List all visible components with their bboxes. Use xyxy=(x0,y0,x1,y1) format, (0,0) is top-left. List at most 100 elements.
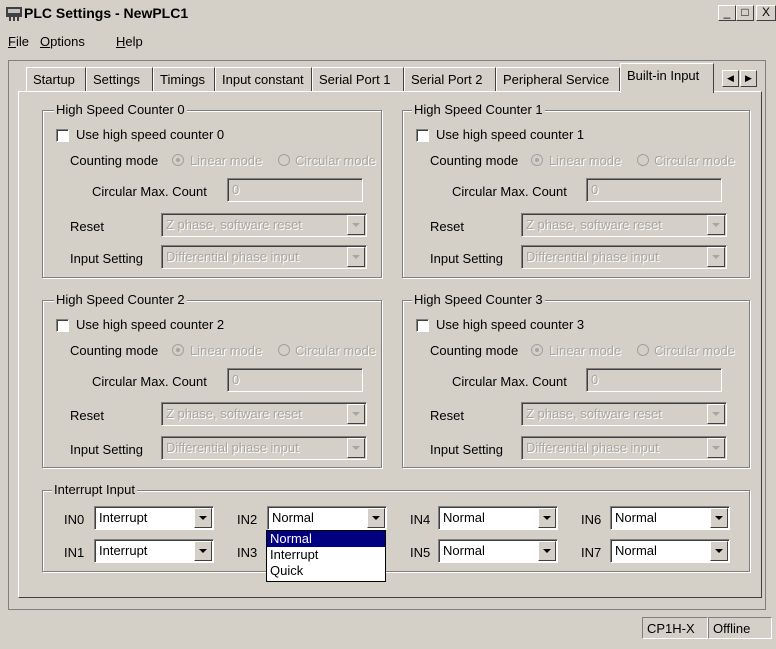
in2-label: IN2 xyxy=(237,512,258,527)
tab-serial-port-1[interactable]: Serial Port 1 xyxy=(312,67,404,91)
hsc1-linear-radio[interactable] xyxy=(531,154,543,166)
hsc2-max-count-field[interactable]: 0 xyxy=(227,368,363,392)
tab-built-in-input[interactable]: Built-in Input xyxy=(620,63,714,93)
chevron-down-icon[interactable] xyxy=(194,508,212,528)
menu-options[interactable]: Options xyxy=(40,34,85,49)
in0-select[interactable]: Interrupt xyxy=(94,506,214,530)
tab-peripheral-service[interactable]: Peripheral Service xyxy=(496,67,620,91)
hsc1-use-checkbox[interactable] xyxy=(416,129,429,142)
hsc3-title: High Speed Counter 3 xyxy=(412,292,545,307)
tab-startup[interactable]: Startup xyxy=(26,67,86,91)
hsc3-circular-label: Circular mode xyxy=(654,343,735,358)
hsc3-input-setting-label: Input Setting xyxy=(430,442,503,457)
in6-select[interactable]: Normal xyxy=(610,506,730,530)
hsc2-title: High Speed Counter 2 xyxy=(54,292,187,307)
in7-label: IN7 xyxy=(581,545,602,560)
menu-file[interactable]: File xyxy=(8,34,29,49)
hsc3-counting-mode-label: Counting mode xyxy=(430,343,519,358)
tab-scroll-right-button[interactable]: ▶ xyxy=(740,70,757,87)
menu-file-label: ile xyxy=(15,34,29,49)
tab-timings[interactable]: Timings xyxy=(153,67,215,91)
dropdown-option-quick[interactable]: Quick xyxy=(267,563,385,579)
chevron-down-icon[interactable] xyxy=(347,215,365,235)
tab-scroll-left-button[interactable]: ◀ xyxy=(722,70,739,87)
in1-label: IN1 xyxy=(64,545,85,560)
in7-value: Normal xyxy=(615,543,657,558)
chevron-down-icon[interactable] xyxy=(538,541,556,561)
hsc1-circular-radio[interactable] xyxy=(637,154,649,166)
hsc0-max-count-field[interactable]: 0 xyxy=(227,178,363,202)
chevron-down-icon[interactable] xyxy=(367,508,385,528)
hsc2-reset-select[interactable]: Z phase, software reset xyxy=(161,402,367,426)
in1-value: Interrupt xyxy=(99,543,148,558)
in2-dropdown-list: Normal Interrupt Quick xyxy=(266,530,386,582)
hsc2-linear-label: Linear mode xyxy=(190,343,263,358)
hsc0-reset-label: Reset xyxy=(70,219,104,234)
hsc2-reset-value: Z phase, software reset xyxy=(166,406,302,421)
dropdown-option-normal[interactable]: Normal xyxy=(267,531,385,547)
tab-serial-port-2[interactable]: Serial Port 2 xyxy=(404,67,496,91)
hsc3-linear-label: Linear mode xyxy=(549,343,622,358)
chevron-down-icon[interactable] xyxy=(194,541,212,561)
chevron-down-icon[interactable] xyxy=(707,215,725,235)
hsc0-reset-select[interactable]: Z phase, software reset xyxy=(161,213,367,237)
hsc1-input-setting-select[interactable]: Differential phase input xyxy=(521,245,727,269)
in7-select[interactable]: Normal xyxy=(610,539,730,563)
chevron-down-icon[interactable] xyxy=(538,508,556,528)
in2-select[interactable]: Normal xyxy=(267,506,387,530)
tab-settings[interactable]: Settings xyxy=(86,67,153,91)
hsc1-circular-label: Circular mode xyxy=(654,153,735,168)
tab-input-constant[interactable]: Input constant xyxy=(215,67,312,91)
status-model: CP1H-X xyxy=(642,617,708,639)
hsc1-max-count-label: Circular Max. Count xyxy=(452,184,567,199)
hsc2-use-checkbox[interactable] xyxy=(56,319,69,332)
hsc2-linear-radio[interactable] xyxy=(172,344,184,356)
hsc3-linear-radio[interactable] xyxy=(531,344,543,356)
hsc2-circular-label: Circular mode xyxy=(295,343,376,358)
in4-value: Normal xyxy=(443,510,485,525)
in6-value: Normal xyxy=(615,510,657,525)
hsc3-input-value: Differential phase input xyxy=(526,440,659,455)
in4-select[interactable]: Normal xyxy=(438,506,558,530)
menu-file-key: F xyxy=(8,34,16,49)
chevron-down-icon[interactable] xyxy=(707,247,725,267)
chevron-down-icon[interactable] xyxy=(347,438,365,458)
hsc0-input-setting-select[interactable]: Differential phase input xyxy=(161,245,367,269)
close-button[interactable]: X xyxy=(756,5,776,21)
hsc2-circular-radio[interactable] xyxy=(278,344,290,356)
dropdown-option-interrupt[interactable]: Interrupt xyxy=(267,547,385,563)
hsc2-counting-mode-label: Counting mode xyxy=(70,343,159,358)
hsc1-reset-select[interactable]: Z phase, software reset xyxy=(521,213,727,237)
chevron-down-icon[interactable] xyxy=(347,404,365,424)
chevron-down-icon[interactable] xyxy=(347,247,365,267)
hsc3-circular-radio[interactable] xyxy=(637,344,649,356)
hsc3-use-checkbox[interactable] xyxy=(416,319,429,332)
hsc3-input-setting-select[interactable]: Differential phase input xyxy=(521,436,727,460)
chevron-down-icon[interactable] xyxy=(710,508,728,528)
menu-options-label: ptions xyxy=(50,34,85,49)
menu-help[interactable]: Help xyxy=(116,34,143,49)
chevron-down-icon[interactable] xyxy=(707,438,725,458)
status-connection: Offline xyxy=(708,617,772,639)
hsc0-circular-radio[interactable] xyxy=(278,154,290,166)
in5-select[interactable]: Normal xyxy=(438,539,558,563)
hsc3-reset-label: Reset xyxy=(430,408,464,423)
in1-select[interactable]: Interrupt xyxy=(94,539,214,563)
hsc0-counting-mode-label: Counting mode xyxy=(70,153,159,168)
minimize-button[interactable]: _ xyxy=(718,5,736,21)
hsc0-input-value: Differential phase input xyxy=(166,249,299,264)
chevron-down-icon[interactable] xyxy=(707,404,725,424)
hsc0-input-setting-label: Input Setting xyxy=(70,251,143,266)
hsc3-reset-value: Z phase, software reset xyxy=(526,406,662,421)
hsc3-reset-select[interactable]: Z phase, software reset xyxy=(521,402,727,426)
hsc2-input-setting-select[interactable]: Differential phase input xyxy=(161,436,367,460)
hsc0-linear-radio[interactable] xyxy=(172,154,184,166)
hsc3-max-count-field[interactable]: 0 xyxy=(586,368,722,392)
hsc0-use-checkbox[interactable] xyxy=(56,129,69,142)
hsc1-input-value: Differential phase input xyxy=(526,249,659,264)
menu-help-key: H xyxy=(116,34,126,49)
hsc3-max-count-label: Circular Max. Count xyxy=(452,374,567,389)
maximize-button[interactable]: □ xyxy=(736,5,754,21)
hsc1-max-count-field[interactable]: 0 xyxy=(586,178,722,202)
chevron-down-icon[interactable] xyxy=(710,541,728,561)
